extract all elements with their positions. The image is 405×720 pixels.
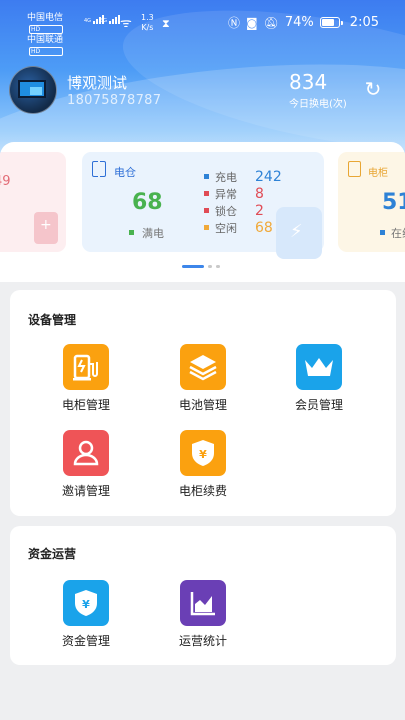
battery-percent: 74% [284,15,314,30]
page-dot-active [182,265,204,268]
section-title: 设备管理 [28,313,77,327]
cabinet-icon [348,161,361,177]
status-dot [204,208,209,213]
card-value: 49 [0,174,11,189]
card-title: 电仓 [114,166,136,179]
charging-cabinet-icon [63,344,109,390]
tile-cabinet-management[interactable]: 电柜管理 [38,344,134,413]
tile-member-management[interactable]: 会员管理 [271,344,367,413]
full-count: 68 [132,190,163,215]
swap-count-label: 今日换电(次) [289,99,347,110]
clock: 2:05 [349,15,379,30]
tile-operation-statistics[interactable]: 运营统计 [155,580,251,649]
tile-fund-management[interactable]: ¥ 资金管理 [38,580,134,649]
status-dot [204,225,209,230]
door-icon [92,160,106,178]
signal-icon: 5G [100,15,121,24]
carrier-2: 中国联通 [27,35,64,45]
svg-text:¥: ¥ [199,448,207,461]
network-speed: 1.3 K/s [141,13,154,32]
wifi-icon: ᯤ [120,16,132,31]
status-dot [204,191,209,196]
stats-card-cabinet[interactable]: 电柜 51 在线 [338,152,405,252]
person-icon [63,430,109,476]
device-management-panel: 设备管理 电柜管理 电池管理 会员管理 邀请管理 ¥ 电柜续费 [10,290,396,516]
status-row-idle: 空闲 68 [204,219,282,236]
status-row-locked: 锁仓 2 [204,202,282,219]
crown-icon [296,344,342,390]
area-chart-icon [180,580,226,626]
online-count: 51 [382,190,405,215]
stats-card-previous[interactable]: 49 [0,152,66,252]
status-bar: 中国电信 HD 中国联通 HD 4G 5G ᯤ 1.3 K/s ⧗ Ⓝ ◙ 🔕︎ 7… [0,0,405,56]
yen-shield-icon: ¥ [180,430,226,476]
page-dot [216,265,220,268]
carrier-info: 中国电信 HD 中国联通 HD [27,12,64,56]
carousel-indicator [182,265,220,268]
vibrate-icon: ◙ [246,15,258,30]
battery-icon [276,207,322,259]
layers-icon [180,344,226,390]
full-label: 满电 [129,225,164,241]
swap-count: 834 [289,70,328,94]
user-phone: 18075878787 [67,93,162,108]
status-row-abnormal: 异常 8 [204,185,282,202]
battery-icon [34,212,58,244]
user-name: 博观测试 [67,74,128,92]
status-list: 充电 242 异常 8 锁仓 2 空闲 68 [204,168,282,236]
stats-carousel[interactable]: 49 电仓 68 满电 充电 242 异常 8 锁仓 2 [0,142,405,282]
nfc-icon: Ⓝ [227,16,240,30]
svg-text:¥: ¥ [82,598,90,611]
online-label: 在线 [380,225,405,241]
carrier-1: 中国电信 [27,13,64,23]
hourglass-icon: ⧗ [162,17,170,30]
hd-badge: HD [29,47,64,56]
tile-invite-management[interactable]: 邀请管理 [38,430,134,499]
yen-shield-icon: ¥ [63,580,109,626]
tile-cabinet-renewal[interactable]: ¥ 电柜续费 [155,430,251,499]
finance-operation-panel: 资金运营 ¥ 资金管理 运营统计 [10,526,396,665]
tile-battery-management[interactable]: 电池管理 [155,344,251,413]
avatar[interactable] [9,66,57,114]
hd-badge: HD [29,25,64,34]
refresh-icon[interactable]: ↻ [362,78,384,100]
status-row-charging: 充电 242 [204,168,282,185]
stats-card-warehouse[interactable]: 电仓 68 满电 充电 242 异常 8 锁仓 2 空闲 68 [82,152,324,259]
page-dot [208,265,212,268]
card-title: 电柜 [368,168,388,179]
section-title: 资金运营 [28,547,77,561]
battery-icon [319,17,343,28]
status-dot [204,174,209,179]
mute-bell-icon: 🔕︎ [263,15,279,30]
